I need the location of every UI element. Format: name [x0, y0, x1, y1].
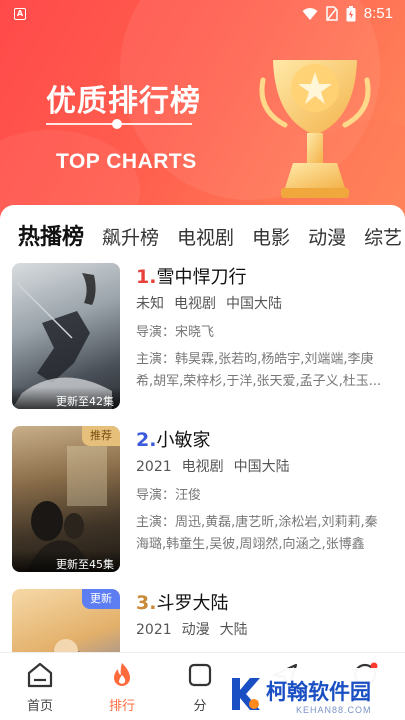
hero-divider-dot	[112, 119, 122, 129]
status-bar: A 8:51	[0, 0, 405, 28]
home-icon	[27, 662, 53, 688]
item-type: 动漫	[181, 622, 210, 638]
item-director: 导演：汪俊	[136, 488, 202, 503]
item-region: 大陆	[219, 622, 248, 638]
rank-number: 2.	[136, 429, 157, 451]
item-title-row[interactable]: 3.斗罗大陆	[136, 589, 396, 617]
tab-hot[interactable]: 热播榜	[18, 219, 84, 251]
hero-subtitle: TOP CHARTS	[56, 150, 197, 173]
item-title-row[interactable]: 2.小敏家	[136, 426, 396, 454]
tab-anime[interactable]: 动漫	[308, 223, 346, 250]
item-title-row[interactable]: 1.雪中悍刀行	[136, 263, 396, 291]
nav-ranking[interactable]: 排行	[92, 661, 152, 714]
item-year: 2021	[136, 622, 172, 638]
tab-movie[interactable]: 电影	[252, 223, 290, 250]
poster-image[interactable]: 推荐 更新至45集	[12, 426, 120, 572]
item-region: 中国大陆	[233, 459, 290, 475]
item-meta: 2021 电视剧 中国大陆	[136, 456, 396, 478]
list-item[interactable]: 更新 3.斗罗大陆 2021 动漫 大陆	[0, 589, 405, 652]
nav-home-label: 首页	[26, 699, 53, 714]
wifi-icon	[302, 7, 318, 21]
item-title: 斗罗大陆	[156, 593, 229, 614]
tab-tv[interactable]: 电视剧	[177, 223, 234, 250]
nav-ranking-label: 排行	[108, 699, 135, 714]
sim-icon	[326, 6, 338, 21]
item-region: 中国大陆	[226, 296, 282, 312]
hero-banner: A 8:51 优质排行榜 TOP CHARTS	[0, 0, 405, 222]
watermark: 柯翰软件园 KEHAN88.COM	[218, 668, 405, 720]
poster-update-label: 更新至45集	[12, 550, 120, 572]
poster-image[interactable]: 更新至42集	[12, 263, 120, 409]
item-info: 1.雪中悍刀行 未知 电视剧 中国大陆 导演：宋晓飞 主演：韩昊霖,张若昀,杨皓宇,…	[136, 263, 396, 393]
watermark-logo-icon	[232, 678, 260, 710]
update-badge: 更新	[82, 589, 120, 609]
flame-icon	[114, 663, 130, 686]
rank-number: 1.	[136, 266, 157, 288]
rank-number: 3.	[136, 592, 157, 614]
ranking-tabs: 热播榜 飙升榜 电视剧 电影 动漫 综艺	[18, 219, 405, 251]
item-type: 电视剧	[181, 459, 224, 475]
item-year: 2021	[136, 459, 172, 475]
hero-title: 优质排行榜	[46, 84, 201, 119]
ranking-panel: 热播榜 飙升榜 电视剧 电影 动漫 综艺 更新至42集 1.雪中悍刀行 未知 电…	[0, 205, 405, 652]
item-info: 2.小敏家 2021 电视剧 中国大陆 导演：汪俊 主演：周迅,黄磊,唐艺昕,涂松岩…	[136, 426, 396, 556]
item-year: 未知	[136, 296, 164, 312]
item-type: 电视剧	[174, 296, 216, 312]
category-icon	[188, 663, 212, 687]
item-cast: 主演：周迅,黄磊,唐艺昕,涂松岩,刘莉莉,秦海璐,韩童生,吴彼,周翊然,向涵之,…	[136, 515, 378, 552]
item-meta: 2021 动漫 大陆	[136, 619, 396, 641]
nav-home[interactable]: 首页	[10, 661, 70, 714]
item-title: 雪中悍刀行	[156, 267, 247, 288]
watermark-subtext: KEHAN88.COM	[296, 705, 372, 715]
watermark-text: 柯翰软件园	[266, 680, 371, 704]
list-item[interactable]: 推荐 更新至45集 2.小敏家 2021 电视剧 中国大陆 导演：汪俊 主演：周迅,…	[0, 426, 405, 589]
item-meta: 未知 电视剧 中国大陆	[136, 293, 396, 315]
trophy-icon	[259, 60, 371, 198]
poster-image[interactable]: 更新	[12, 589, 120, 652]
recommend-badge: 推荐	[82, 426, 120, 446]
battery-icon	[346, 5, 356, 22]
item-title: 小敏家	[156, 430, 211, 451]
status-time: 8:51	[363, 5, 393, 22]
tab-variety[interactable]: 综艺	[364, 223, 402, 250]
ranking-list: 更新至42集 1.雪中悍刀行 未知 电视剧 中国大陆 导演：宋晓飞 主演：韩昊霖,张…	[0, 263, 405, 652]
item-cast: 主演：韩昊霖,张若昀,杨皓宇,刘端端,李庚希,胡军,荣梓杉,于洋,张天爱,孟子义…	[136, 352, 382, 389]
notification-icon: A	[14, 8, 26, 20]
item-director: 导演：宋晓飞	[136, 325, 215, 340]
list-item[interactable]: 更新至42集 1.雪中悍刀行 未知 电视剧 中国大陆 导演：宋晓飞 主演：韩昊霖,张…	[0, 263, 405, 426]
poster-update-label: 更新至42集	[12, 387, 120, 409]
item-info: 3.斗罗大陆 2021 动漫 大陆	[136, 589, 396, 641]
tab-rising[interactable]: 飙升榜	[102, 223, 159, 250]
